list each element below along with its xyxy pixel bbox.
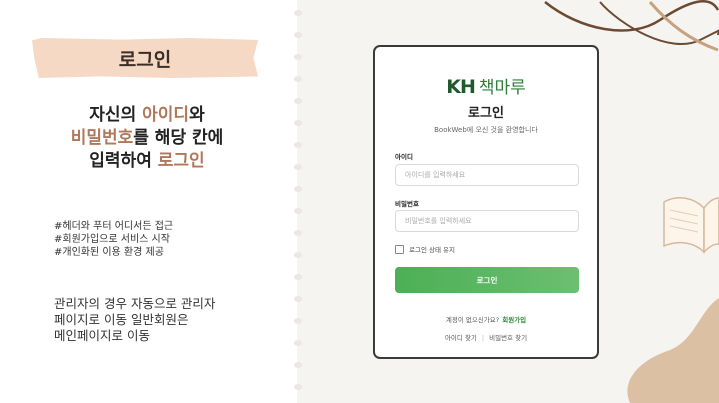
note-line: 메인페이지로 이동 — [54, 328, 150, 343]
password-placeholder: 비밀번호를 입력하세요 — [405, 217, 472, 225]
highlight-login: 로그인 — [157, 151, 205, 171]
login-title: 로그인 — [468, 106, 504, 121]
headline-line-3: 입력하여 로그인 — [89, 151, 205, 171]
brand-logo: KH 책마루 — [375, 73, 597, 98]
slide-headline: 자신의 아이디와 비밀번호를 해당 칸에 입력하여 로그인 — [30, 104, 264, 173]
headline-line-2: 비밀번호를 해당 칸에 — [70, 128, 224, 148]
id-placeholder: 아이디를 입력하세요 — [405, 171, 466, 179]
id-label: 아이디 — [395, 153, 413, 161]
signup-row: 계정이 없으신가요? 회원가입 — [375, 314, 597, 324]
brand-mark: KH — [446, 76, 476, 98]
highlight-id: 아이디 — [142, 105, 190, 125]
headline-line-1: 자신의 아이디와 — [89, 105, 205, 125]
highlight-password: 비밀번호 — [70, 128, 134, 148]
id-input[interactable]: 아이디를 입력하세요 — [395, 164, 579, 186]
separator: | — [481, 334, 485, 342]
find-id-link[interactable]: 아이디 찾기 — [445, 334, 477, 342]
tag-item: #개인화된 이용 환경 제공 — [54, 247, 164, 258]
admin-note: 관리자의 경우 자동으로 관리자 페이지로 이동 일반회원은 메인페이지로 이동 — [54, 296, 215, 344]
description-panel: 로그인 자신의 아이디와 비밀번호를 해당 칸에 입력하여 로그인 #헤더와 푸… — [0, 0, 297, 403]
remember-label: 로그인 상태 유지 — [409, 246, 455, 254]
signup-link[interactable]: 회원가입 — [502, 316, 526, 324]
decorative-blob — [627, 298, 719, 403]
feature-tags: #헤더와 푸터 어디서든 접근 #회원가입으로 서비스 시작 #개인화된 이용 … — [54, 220, 173, 259]
welcome-text: BookWeb에 오신 것을 환영합니다 — [434, 126, 538, 134]
tag-item: #헤더와 푸터 어디서든 접근 — [54, 221, 174, 232]
find-account-row: 아이디 찾기 | 비밀번호 찾기 — [375, 332, 597, 342]
remember-login[interactable]: 로그인 상태 유지 — [395, 244, 455, 254]
find-password-link[interactable]: 비밀번호 찾기 — [489, 334, 527, 342]
login-screen-mockup: KH 책마루 로그인 BookWeb에 오신 것을 환영합니다 아이디 아이디를 … — [373, 45, 599, 359]
password-label: 비밀번호 — [395, 200, 419, 208]
signup-prompt: 계정이 없으신가요? — [445, 316, 500, 324]
password-input[interactable]: 비밀번호를 입력하세요 — [395, 210, 579, 232]
brand-name: 책마루 — [478, 78, 526, 98]
note-line: 관리자의 경우 자동으로 관리자 — [54, 296, 216, 311]
note-line: 페이지로 이동 일반회원은 — [54, 312, 189, 327]
slide-title-banner: 로그인 — [32, 38, 258, 78]
decorative-book-icon — [663, 196, 719, 254]
slide-title: 로그인 — [118, 48, 172, 71]
login-button[interactable]: 로그인 — [395, 267, 579, 293]
remember-checkbox[interactable] — [395, 244, 404, 254]
tag-item: #회원가입으로 서비스 시작 — [54, 234, 170, 245]
